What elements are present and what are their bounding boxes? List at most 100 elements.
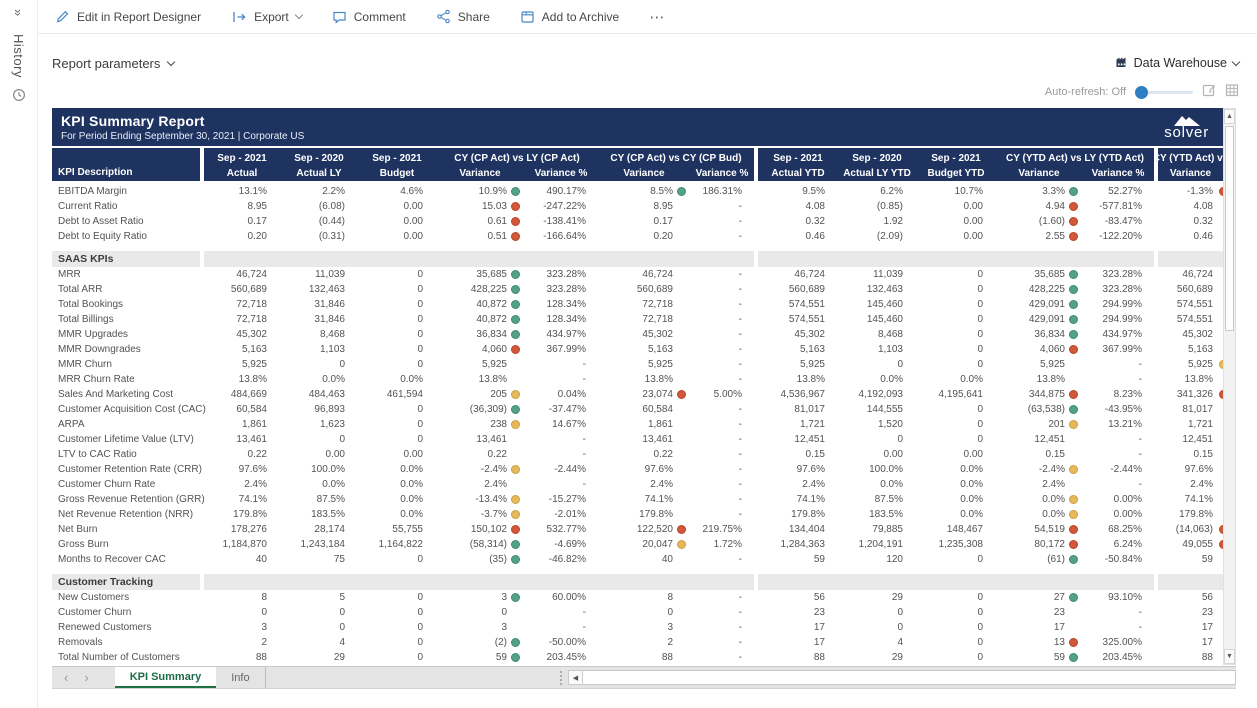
indicator-dot [511,217,520,226]
report-parameters-dropdown[interactable]: Report parameters [52,56,176,71]
value-cell: 0 [977,419,983,430]
value-cell: 323.28% [546,269,586,280]
add-to-archive-button[interactable]: Add to Archive [520,10,619,24]
variance-cell: 0 [501,607,507,618]
value-cell: 1,103 [319,344,345,355]
variance-cell: 74.1% [1184,494,1213,505]
value-cell: 29 [333,652,345,663]
kpi-name: EBITDA Margin [58,186,127,197]
value-cell: 79,885 [872,524,903,535]
value-cell: 434.97% [1102,329,1142,340]
value-cell: 574,551 [788,314,825,325]
value-cell: 0 [977,299,983,310]
value-cell: 134,404 [788,524,825,535]
kpi-name: MMR Churn [58,359,112,370]
indicator-dot [1069,510,1078,519]
indicator-dot [511,285,520,294]
value-cell: 0 [977,607,983,618]
solver-logo: solver [1164,115,1213,140]
scroll-left-button[interactable]: ◀ [568,670,583,685]
variance-cell: 0.0% [996,507,1082,522]
edit-report-button[interactable]: Edit in Report Designer [55,9,201,24]
value-cell: 484,463 [308,389,345,400]
value-cell: 0.0% [400,479,423,490]
indicator-dot [677,540,686,549]
value-cell: - [582,449,586,460]
value-cell: - [582,434,586,445]
indicator-dot [1069,232,1078,241]
grid-view-icon[interactable] [1225,83,1239,102]
variance-cell: 5,925 [1039,359,1065,370]
variance-cell: 54,519 [996,522,1082,537]
indicator-dot [1069,345,1078,354]
scrollbar-thumb[interactable] [1225,126,1234,331]
scroll-down-button[interactable]: ▼ [1224,649,1235,664]
scroll-up-button[interactable]: ▲ [1224,109,1235,124]
value-cell: - [738,314,742,325]
export-button[interactable]: Export [231,10,303,24]
value-cell: -15.27% [548,494,586,505]
comment-button[interactable]: Comment [332,10,406,24]
value-cell: 1,243,184 [300,539,346,550]
value-cell: 0.32 [805,216,825,227]
value-cell: 72,718 [236,299,267,310]
value-cell: - [582,622,586,633]
variance-cell: 23 [1201,607,1213,618]
value-cell: 0.0% [960,374,983,385]
value-cell: - [738,374,742,385]
value-cell: 0.20 [247,231,267,242]
kpi-name: Gross Revenue Retention (GRR) [58,494,205,505]
variance-cell: 2.4% [650,479,673,490]
value-cell: 0.0% [880,479,903,490]
slider-knob[interactable] [1135,85,1148,99]
resize-handle-icon[interactable] [560,670,562,685]
prev-sheet-button[interactable]: ‹ [64,670,68,685]
value-cell: 29 [891,592,903,603]
value-cell: 0 [417,359,423,370]
variance-cell: 122,520 [598,522,690,537]
value-cell: 1,103 [877,344,903,355]
history-clock-icon[interactable] [12,88,26,107]
value-cell: 74.1% [796,494,825,505]
tab-kpi-summary[interactable]: KPI Summary [114,667,217,688]
kpi-name: LTV to CAC Ratio [58,449,137,460]
scrollbar-thumb[interactable] [583,670,1236,685]
kpi-name: Total Bookings [58,299,124,310]
value-cell: 0.00% [1113,509,1142,520]
value-cell: 0 [339,622,345,633]
value-cell: - [738,652,742,663]
value-cell: 0 [897,607,903,618]
value-cell: 9.5% [802,186,825,197]
collapse-panel-icon[interactable]: » [11,9,26,16]
value-cell: - [1138,359,1142,370]
history-panel-button[interactable]: History [11,34,26,78]
data-source-dropdown[interactable]: Data Warehouse [1115,55,1241,71]
more-options-button[interactable]: ⋯ [649,8,665,26]
next-sheet-button[interactable]: › [84,670,88,685]
value-cell: 6.24% [1113,539,1142,550]
edit-cell-icon[interactable] [1202,83,1216,102]
share-button[interactable]: Share [436,9,490,24]
value-cell: 434.97% [546,329,586,340]
value-cell: 100.0% [311,464,345,475]
variance-cell: 8.95 [653,201,673,212]
variance-cell: 72,718 [642,314,673,325]
table-row: Debt to Equity Ratio 0.20 (0.31) 0.00 0.51 -1… [52,229,1223,244]
value-cell: - [1138,607,1142,618]
kpi-name: Current Ratio [58,201,118,212]
value-cell: (6.08) [318,201,345,212]
tab-info[interactable]: Info [216,667,266,688]
value-cell: 0 [977,269,983,280]
variance-cell: 49,055 [1158,537,1223,552]
variance-cell: 0.20 [653,231,673,242]
auto-refresh-toggle[interactable] [1135,85,1193,99]
variance-cell: 74.1% [644,494,673,505]
value-cell: 46,724 [794,269,825,280]
table-row: EBITDA Margin 13.1% 2.2% 4.6% 10.9% 490.17% 8.… [52,184,1223,199]
section-label: Customer Tracking [52,574,200,590]
vertical-scrollbar[interactable]: ▲ ▼ [1223,108,1236,665]
horizontal-scrollbar[interactable]: ◀ [560,667,1236,688]
kpi-name: Net Revenue Retention (NRR) [58,509,194,520]
table-row: Gross Burn 1,184,870 1,243,184 1,164,822 (58… [52,537,1223,552]
value-cell: 132,463 [308,284,345,295]
